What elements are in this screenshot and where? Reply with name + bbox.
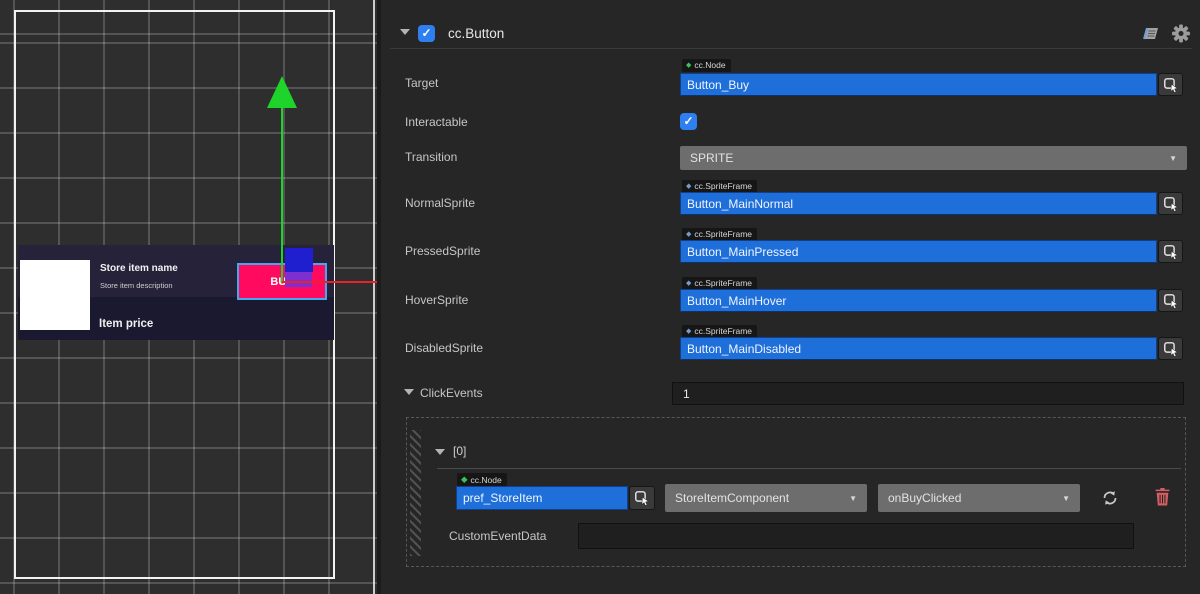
transition-value: SPRITE [690,151,733,165]
design-resolution-line [373,0,375,594]
event-0-type-chip: ◆ cc.Node [457,473,507,486]
event-0-index-label: [0] [453,444,466,458]
event-0-refresh-icon[interactable] [1101,489,1119,507]
component-title: cc.Button [448,26,504,41]
gizmo-y-axis-line[interactable] [281,106,283,283]
target-type-text: cc.Node [694,59,725,72]
event-0-handler-dropdown[interactable]: onBuyClicked ▼ [878,484,1080,512]
interactable-checkbox[interactable]: ✓ [680,113,697,130]
gizmo-x-axis-line[interactable] [282,281,377,283]
event-0-component-value: StoreItemComponent [675,491,789,505]
store-item-price-label: Item price [99,318,153,330]
target-type-chip: ◆ cc.Node [682,59,731,72]
event-0-collapse-icon[interactable] [435,449,445,455]
pressed-sprite-picker-icon[interactable] [1158,240,1183,263]
event-0-component-dropdown[interactable]: StoreItemComponent ▼ [665,484,867,512]
event-0-target-node-field[interactable]: pref_StoreItem [456,486,628,510]
event-0-type-text: cc.Node [471,475,502,485]
target-node-picker-icon[interactable] [1158,73,1183,96]
disabled-sprite-field[interactable]: Button_MainDisabled [680,337,1157,360]
inspector-panel: ✓ cc.Button Target ◆ cc.Node Button_Buy [381,0,1200,594]
interactable-label: Interactable [405,115,468,129]
component-enabled-checkbox[interactable]: ✓ [418,25,435,42]
gizmo-y-axis-arrow-icon[interactable] [267,76,297,108]
event-0-node-picker-icon[interactable] [629,486,655,510]
transition-dropdown[interactable]: SPRITE ▼ [680,146,1187,170]
hover-sprite-field[interactable]: Button_MainHover [680,289,1157,312]
help-doc-icon[interactable] [1141,24,1161,43]
pressed-sprite-label: PressedSprite [405,244,480,258]
custom-event-data-input[interactable] [578,523,1134,549]
header-separator [390,48,1192,49]
target-label: Target [405,76,438,90]
store-item-name-label: Store item name [100,263,178,274]
disabled-sprite-label: DisabledSprite [405,341,483,355]
event-0-separator [437,468,1181,469]
transition-label: Transition [405,150,457,164]
chevron-down-icon: ▼ [1062,494,1070,503]
disabled-sprite-picker-icon[interactable] [1158,337,1183,360]
scene-view[interactable]: Store item name Store item description I… [0,0,377,594]
event-group-drag-handle[interactable] [410,430,421,556]
component-collapse-icon[interactable] [400,29,410,35]
pressed-sprite-field[interactable]: Button_MainPressed [680,240,1157,263]
normal-sprite-field[interactable]: Button_MainNormal [680,192,1157,215]
gizmo-anchor-square[interactable] [285,248,313,272]
cocos-editor: Store item name Store item description I… [0,0,1200,594]
normal-sprite-picker-icon[interactable] [1158,192,1183,215]
hover-sprite-picker-icon[interactable] [1158,289,1183,312]
event-0-handler-value: onBuyClicked [888,491,961,505]
gizmo-anchor-square-overlap [285,272,312,287]
click-event-0-group: [0] ◆ cc.Node pref_StoreItem StoreItemCo… [406,417,1186,567]
custom-event-data-label: CustomEventData [449,529,546,543]
store-item-image-placeholder[interactable] [20,260,90,330]
click-events-collapse-icon[interactable] [404,389,414,395]
click-events-label: ClickEvents [420,386,483,400]
event-0-delete-trash-icon[interactable] [1155,488,1170,506]
chevron-down-icon: ▼ [849,494,857,503]
hover-sprite-label: HoverSprite [405,293,468,307]
target-node-field[interactable]: Button_Buy [680,73,1157,96]
chevron-down-icon: ▼ [1169,154,1177,163]
settings-gear-icon[interactable] [1171,24,1191,43]
node-type-diamond-icon: ◆ [461,474,468,485]
click-events-count-input[interactable]: 1 [672,382,1184,405]
node-type-diamond-icon: ◆ [686,59,691,72]
store-item-description-label: Store item description [100,281,173,290]
normal-sprite-label: NormalSprite [405,196,475,210]
